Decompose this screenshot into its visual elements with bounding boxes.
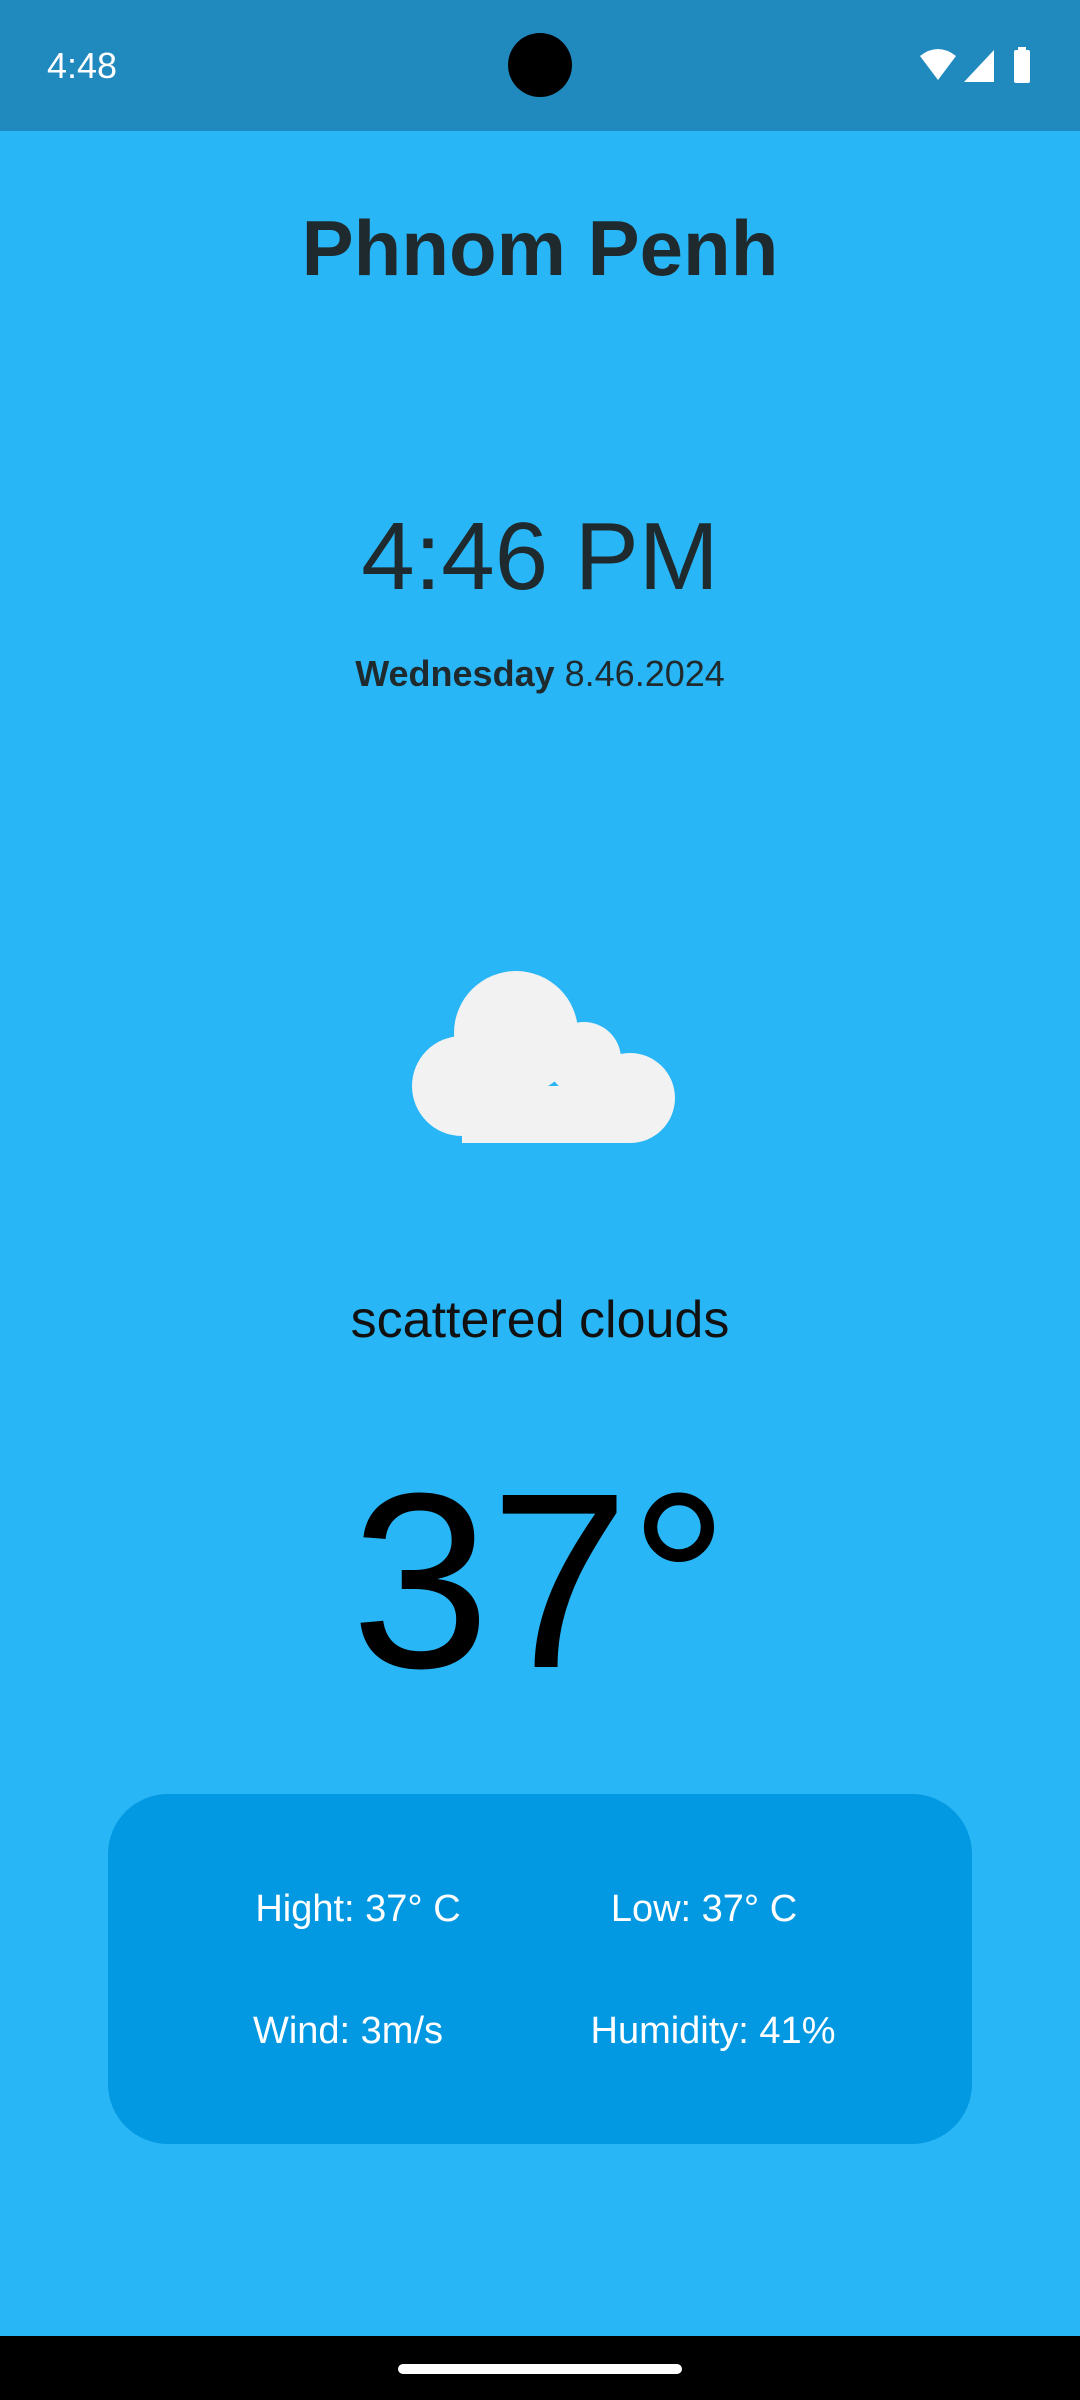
status-time: 4:48 — [47, 45, 118, 86]
date-value: 8.46.2024 — [564, 653, 725, 694]
status-icons — [920, 47, 1030, 83]
weather-details-card: Hight: 37° C Low: 37° C Wind: 3m/s Humid… — [108, 1794, 972, 2144]
day-of-week: Wednesday — [355, 653, 555, 694]
front-camera — [508, 33, 572, 97]
weather-description: scattered clouds — [350, 1291, 730, 1349]
home-indicator[interactable] — [398, 2364, 682, 2374]
humidity: Humidity: 41% — [590, 2010, 836, 2052]
wind-speed: Wind: 3m/s — [252, 2010, 444, 2052]
cellular-signal-icon — [964, 50, 994, 82]
city-name: Phnom Penh — [301, 204, 779, 292]
high-temp: Hight: 37° C — [255, 1888, 461, 1930]
current-time: 4:46 PM — [361, 503, 719, 610]
weather-screen: Phnom Penh 4:46 PM Wednesday 8.46.2024 s… — [0, 131, 1080, 2336]
wifi-icon — [920, 49, 956, 80]
battery-icon — [1014, 47, 1030, 83]
cloud-icon — [412, 971, 675, 1143]
status-bar: 4:48 — [0, 0, 1080, 131]
temperature: 37° — [350, 1441, 730, 1720]
low-temp: Low: 37° C — [610, 1888, 798, 1930]
date-line: Wednesday 8.46.2024 — [0, 651, 1080, 697]
